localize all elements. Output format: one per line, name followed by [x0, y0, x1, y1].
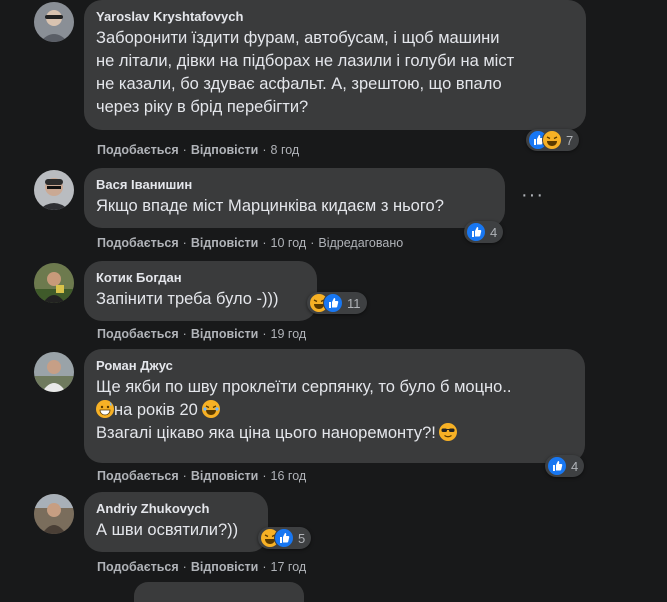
- separator: ·: [262, 469, 267, 483]
- comment-actions: Подобається · Відповісти · 8 год: [97, 143, 299, 157]
- avatar[interactable]: [34, 494, 74, 534]
- comment-line-text: на років 20: [114, 401, 198, 419]
- like-button[interactable]: Подобається: [97, 143, 179, 157]
- comment-line: не казали, бо здуває асфальт. А, зрештою…: [96, 75, 502, 93]
- avatar[interactable]: [34, 2, 74, 42]
- separator: ·: [182, 143, 187, 157]
- comment-time[interactable]: 17 год: [271, 560, 307, 574]
- grinning-sweat-emoji-icon: [96, 400, 114, 418]
- reaction-summary[interactable]: 7: [526, 129, 580, 151]
- separator: ·: [310, 236, 315, 250]
- comment-text: Заборонити їздити фурам, автобусам, і що…: [96, 27, 574, 119]
- comment-line: Взагалі цікаво яка ціна цього наноремонт…: [96, 422, 573, 445]
- separator: ·: [262, 143, 267, 157]
- reaction-count: 4: [571, 458, 579, 474]
- comment-text: А шви освятили?)): [96, 519, 256, 542]
- reply-button[interactable]: Відповісти: [191, 143, 259, 157]
- comment-time[interactable]: 16 год: [271, 469, 307, 483]
- comment-time[interactable]: 10 год: [271, 236, 307, 250]
- comment-bubble: Andriy Zhukovych А шви освятили?)): [84, 492, 268, 552]
- more-options-button[interactable]: ···: [521, 184, 544, 207]
- separator: ·: [262, 560, 267, 574]
- comment-author[interactable]: Yaroslav Kryshtafovych: [96, 8, 574, 25]
- reaction-count: 7: [566, 132, 574, 148]
- comment-author[interactable]: Роман Джус: [96, 357, 573, 374]
- comment-line: Заборонити їздити фурам, автобусам, і що…: [96, 29, 500, 47]
- reaction-count: 4: [490, 224, 498, 240]
- comment-text: Ще якби по шву проклеїти серпянку, то бу…: [96, 376, 573, 445]
- tears-of-joy-emoji-icon: [202, 400, 221, 418]
- like-icon: [547, 456, 567, 476]
- comment-actions: Подобається · Відповісти · 17 год: [97, 560, 306, 574]
- separator: ·: [262, 327, 267, 341]
- like-icon: [323, 293, 343, 313]
- avatar[interactable]: [34, 263, 74, 303]
- separator: ·: [182, 327, 187, 341]
- avatar[interactable]: [34, 170, 74, 210]
- reaction-summary[interactable]: 11: [307, 292, 367, 314]
- comment-line: Якщо впаде міст Марцинківа кидаєм з ньог…: [96, 197, 444, 215]
- comment-time[interactable]: 8 год: [271, 143, 300, 157]
- comment-author[interactable]: Andriy Zhukovych: [96, 500, 256, 517]
- reaction-summary[interactable]: 4: [464, 221, 504, 243]
- comment-line: через ріку в брід перебігти?: [96, 98, 309, 116]
- reaction-count: 5: [298, 530, 306, 546]
- haha-icon: [542, 130, 562, 150]
- comment-bubble: Вася Іванишин Якщо впаде міст Марцинківа…: [84, 168, 505, 228]
- comment-text: Якщо впаде міст Марцинківа кидаєм з ньог…: [96, 195, 493, 218]
- comment-line: А шви освятили?)): [96, 521, 239, 539]
- sunglasses-emoji-icon: [438, 423, 457, 441]
- like-icon: [274, 528, 294, 548]
- comment-bubble: Роман Джус Ще якби по шву проклеїти серп…: [84, 349, 585, 463]
- like-button[interactable]: Подобається: [97, 236, 179, 250]
- comment-line: на років 20: [96, 399, 573, 422]
- edited-label: Відредаговано: [318, 236, 404, 250]
- comment-line: Запінити треба було -))): [96, 290, 279, 308]
- comment-bubble: Yaroslav Kryshtafovych Заборонити їздити…: [84, 0, 586, 130]
- separator: ·: [182, 560, 187, 574]
- comment-line: Ще якби по шву проклеїти серпянку, то бу…: [96, 378, 512, 396]
- comment-time[interactable]: 19 год: [271, 327, 307, 341]
- separator: ·: [182, 236, 187, 250]
- comment-bubble: Котик Богдан Запінити треба було -))): [84, 261, 317, 321]
- like-button[interactable]: Подобається: [97, 469, 179, 483]
- like-icon: [466, 222, 486, 242]
- separator: ·: [182, 469, 187, 483]
- separator: ·: [262, 236, 267, 250]
- like-button[interactable]: Подобається: [97, 560, 179, 574]
- avatar[interactable]: [34, 352, 74, 392]
- next-comment-bubble-partial: [134, 582, 304, 602]
- comment-actions: Подобається · Відповісти · 16 год: [97, 469, 306, 483]
- comment-author[interactable]: Вася Іванишин: [96, 176, 493, 193]
- reply-button[interactable]: Відповісти: [191, 560, 259, 574]
- comment-line: не літали, дівки на підборах не лазили і…: [96, 52, 515, 70]
- reaction-summary[interactable]: 4: [545, 455, 585, 477]
- reply-button[interactable]: Відповісти: [191, 327, 259, 341]
- comment-line-text: Взагалі цікаво яка ціна цього наноремонт…: [96, 424, 436, 442]
- reply-button[interactable]: Відповісти: [191, 236, 259, 250]
- reply-button[interactable]: Відповісти: [191, 469, 259, 483]
- reaction-count: 11: [347, 295, 361, 311]
- comment-actions: Подобається · Відповісти · 19 год: [97, 327, 306, 341]
- comment-text: Запінити треба було -))): [96, 288, 305, 311]
- like-button[interactable]: Подобається: [97, 327, 179, 341]
- reaction-summary[interactable]: 5: [258, 527, 312, 549]
- comment-author[interactable]: Котик Богдан: [96, 269, 305, 286]
- comment-actions: Подобається · Відповісти · 10 год · Відредагов…: [97, 236, 403, 250]
